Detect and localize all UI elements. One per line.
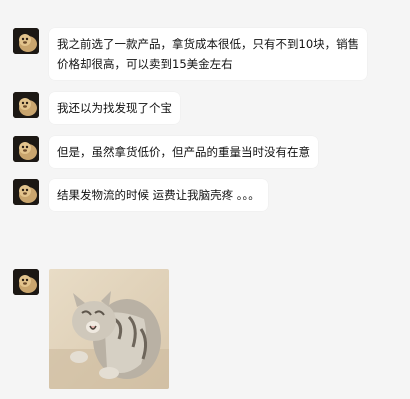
chat-window: { "messages": [ { "type": "text", "lines…	[0, 0, 410, 399]
avatar[interactable]	[13, 269, 39, 295]
avatar[interactable]	[13, 28, 39, 54]
message-text: 但是，虽然拿货低价，但产品的重量当时没有在意	[57, 145, 310, 159]
message-item	[13, 269, 169, 389]
message-bubble: 我还以为找发现了个宝	[49, 92, 180, 124]
cat-sticker-image[interactable]	[49, 269, 169, 389]
message-item: 但是，虽然拿货低价，但产品的重量当时没有在意	[13, 136, 318, 168]
message-item: 我之前选了一款产品，拿货成本很低，只有不到10块，销售 价格却很高，可以卖到15…	[13, 28, 368, 80]
message-text-line: 我之前选了一款产品，拿货成本很低，只有不到10块，销售	[57, 37, 360, 51]
message-item: 结果发物流的时候 运费让我脑壳疼 。。。	[13, 179, 268, 211]
message-text: 结果发物流的时候 运费让我脑壳疼 。。。	[57, 188, 260, 202]
message-item: 我还以为找发现了个宝	[13, 92, 180, 124]
message-text-line: 价格却很高，可以卖到15美金左右	[57, 57, 233, 71]
avatar[interactable]	[13, 136, 39, 162]
avatar[interactable]	[13, 179, 39, 205]
avatar[interactable]	[13, 92, 39, 118]
message-text: 我还以为找发现了个宝	[57, 101, 172, 115]
message-bubble: 但是，虽然拿货低价，但产品的重量当时没有在意	[49, 136, 318, 168]
message-bubble: 结果发物流的时候 运费让我脑壳疼 。。。	[49, 179, 268, 211]
message-bubble: 我之前选了一款产品，拿货成本很低，只有不到10块，销售 价格却很高，可以卖到15…	[49, 28, 368, 80]
